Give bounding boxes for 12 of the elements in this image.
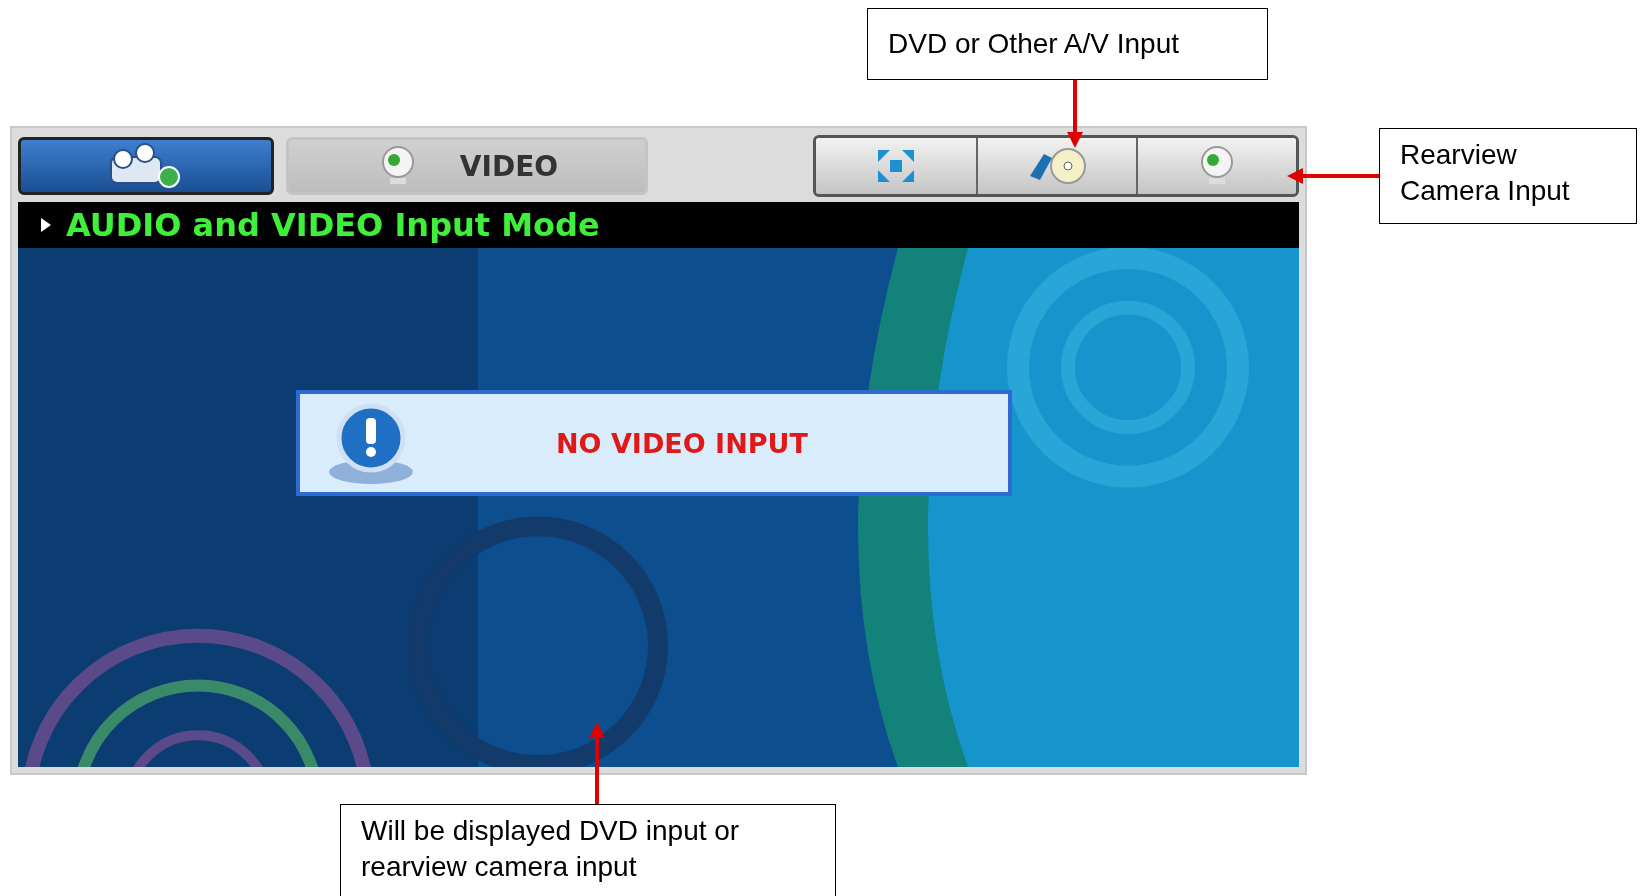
- source-button[interactable]: [1136, 138, 1296, 194]
- header-title: AUDIO and VIDEO Input Mode: [66, 206, 600, 244]
- callout-label: DVD or Other A/V Input: [867, 8, 1268, 80]
- source-button[interactable]: [816, 138, 976, 194]
- callout-label: Will be displayed DVD input or rearview camera input: [340, 804, 836, 896]
- arrow: [1067, 80, 1083, 148]
- tab[interactable]: [18, 137, 274, 195]
- triangle-icon: [40, 217, 52, 233]
- tab[interactable]: VIDEO: [286, 137, 648, 195]
- message-text: NO VIDEO INPUT: [556, 427, 808, 459]
- callout-label: Rearview Camera Input: [1379, 128, 1637, 224]
- source-button[interactable]: [976, 138, 1136, 194]
